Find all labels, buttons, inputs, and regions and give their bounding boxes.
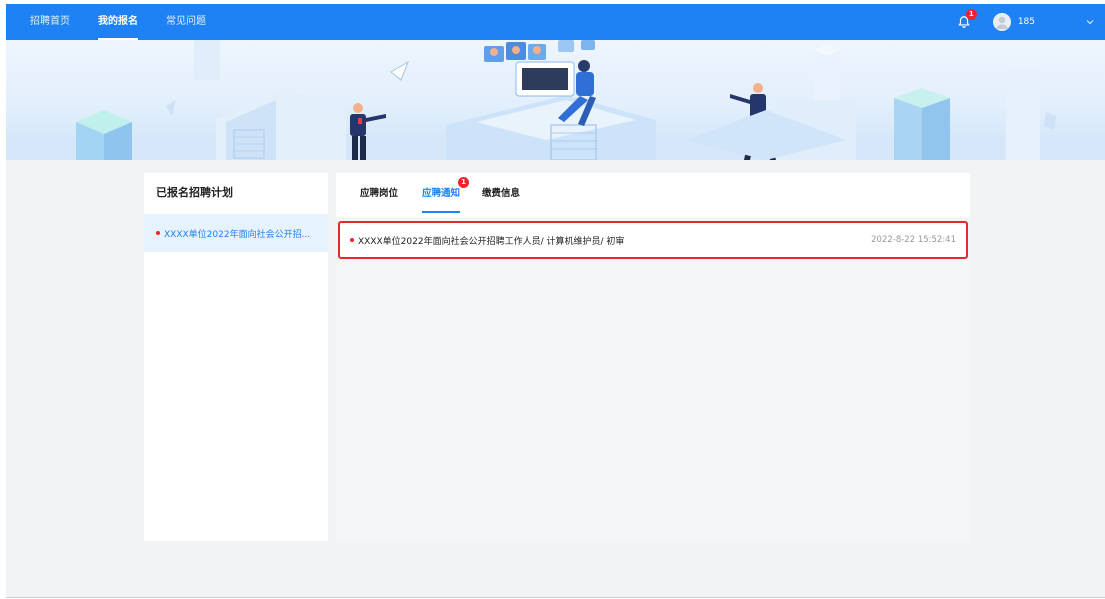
user-avatar-icon [995,16,1008,29]
notice-list: XXXX单位2022年面向社会公开招聘工作人员/ 计算机维护员/ 初审 2022… [336,217,970,541]
sidebar-item-plan[interactable]: XXXX单位2022年面向社会公开招... [144,214,328,252]
page: 招聘首页 我的报名 常见问题 1 185 已报名招聘计划 XXXX单位2022年… [0,0,1105,599]
nav-item-faq[interactable]: 常见问题 [166,4,206,40]
chevron-down-icon [1086,20,1094,25]
notification-button[interactable]: 1 [953,9,977,33]
tab-bar: 应聘岗位 应聘通知 1 缴费信息 [336,173,970,213]
tab-notifications[interactable]: 应聘通知 1 [422,173,470,213]
notification-badge: 1 [965,9,977,20]
tab-applied-positions[interactable]: 应聘岗位 [360,173,398,213]
unread-dot [350,238,354,242]
user-menu-toggle[interactable] [1081,13,1099,31]
banner-illustration [6,40,1105,160]
sidebar-item-label: XXXX单位2022年面向社会公开招... [164,229,311,240]
notice-item[interactable]: XXXX单位2022年面向社会公开招聘工作人员/ 计算机维护员/ 初审 2022… [338,221,968,259]
bottom-divider [6,597,1105,598]
tab-badge: 1 [458,177,470,188]
unread-dot [156,231,160,235]
username[interactable]: 185 [1018,17,1035,27]
tab-notifications-label: 应聘通知 [422,188,461,199]
sidebar-panel: 已报名招聘计划 XXXX单位2022年面向社会公开招... [144,173,328,541]
detail-panel: 应聘岗位 应聘通知 1 缴费信息 XXXX单位2022年面向社会公开招聘工作人员… [336,173,970,541]
notice-timestamp: 2022-8-22 15:52:41 [871,235,956,245]
nav-item-my-applications[interactable]: 我的报名 [98,4,138,40]
sidebar-title: 已报名招聘计划 [156,186,233,199]
notice-title: XXXX单位2022年面向社会公开招聘工作人员/ 计算机维护员/ 初审 [358,236,625,247]
nav-item-home[interactable]: 招聘首页 [30,4,70,40]
avatar[interactable] [992,13,1011,31]
banner-artwork [6,40,1105,160]
tab-payment-info[interactable]: 缴费信息 [482,173,520,213]
user-area: 1 185 [953,4,1105,40]
top-nav-bar: 招聘首页 我的报名 常见问题 1 185 [6,4,1105,40]
